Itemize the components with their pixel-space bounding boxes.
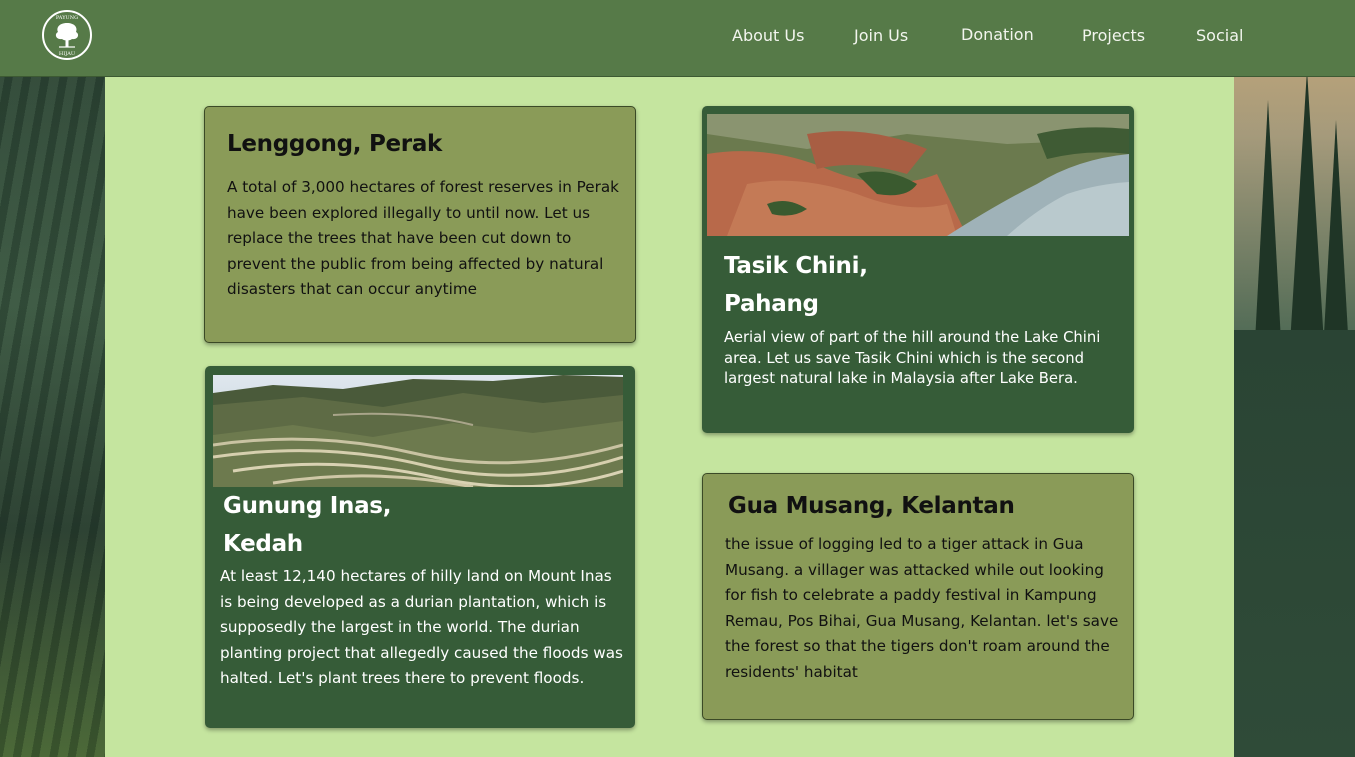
forest-background-right bbox=[1234, 0, 1355, 757]
nav-donation[interactable]: Donation bbox=[961, 25, 1034, 49]
terraced-hill-plantation-photo bbox=[213, 375, 623, 487]
card-description: the issue of logging led to a tiger atta… bbox=[725, 535, 1119, 681]
logo-text-top: PAYUNG bbox=[56, 15, 78, 21]
card-description: Aerial view of part of the hill around t… bbox=[724, 329, 1101, 388]
tree-logo-icon[interactable]: PAYUNG HIJAU bbox=[42, 10, 92, 60]
card-description: At least 12,140 hectares of hilly land o… bbox=[220, 567, 623, 687]
card-title-line2: Pahang bbox=[724, 291, 819, 317]
nav-join-us[interactable]: Join Us bbox=[854, 26, 908, 50]
forest-background-left bbox=[0, 0, 105, 757]
card-title-line2: Kedah bbox=[223, 531, 303, 557]
logo-text-bottom: HIJAU bbox=[59, 51, 75, 57]
card-title-line1: Tasik Chini, bbox=[724, 253, 868, 279]
aerial-lake-chini-photo bbox=[707, 114, 1129, 236]
nav-about-us[interactable]: About Us bbox=[732, 26, 804, 50]
nav-projects[interactable]: Projects bbox=[1082, 26, 1145, 50]
card-title: Gua Musang, Kelantan bbox=[728, 493, 1015, 519]
project-card-gunung-inas[interactable]: Gunung Inas, Kedah At least 12,140 hecta… bbox=[205, 366, 635, 728]
card-description: A total of 3,000 hectares of forest rese… bbox=[227, 178, 619, 298]
project-card-lenggong[interactable]: Lenggong, Perak A total of 3,000 hectare… bbox=[204, 106, 636, 343]
project-card-tasik-chini[interactable]: Tasik Chini, Pahang Aerial view of part … bbox=[702, 106, 1134, 433]
card-title-line1: Gunung Inas, bbox=[223, 493, 392, 519]
card-title: Lenggong, Perak bbox=[227, 131, 443, 157]
project-card-gua-musang[interactable]: Gua Musang, Kelantan the issue of loggin… bbox=[702, 473, 1134, 720]
top-navigation-bar: PAYUNG HIJAU About Us Join Us Donation P… bbox=[0, 0, 1355, 77]
nav-social[interactable]: Social bbox=[1196, 26, 1243, 50]
